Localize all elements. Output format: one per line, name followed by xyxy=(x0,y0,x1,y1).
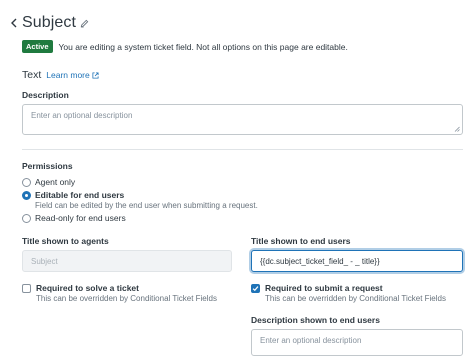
field-type-row: Text Learn more xyxy=(22,69,99,81)
required-to-solve-label: Required to solve a ticket xyxy=(36,283,139,293)
radio-button[interactable] xyxy=(22,213,31,223)
description-textarea[interactable]: Enter an optional description xyxy=(22,104,463,135)
radio-label: Agent only xyxy=(35,177,76,187)
agent-title-value: Subject xyxy=(31,256,58,266)
end-user-description-label: Description shown to end users xyxy=(251,315,380,325)
status-badge: Active xyxy=(22,40,53,53)
field-type-label: Text xyxy=(22,69,42,81)
pencil-icon[interactable] xyxy=(80,18,90,28)
radio-editable-end-users[interactable]: Editable for end users xyxy=(22,190,124,200)
agent-title-label: Title shown to agents xyxy=(22,236,109,246)
description-placeholder: Enter an optional description xyxy=(31,111,133,120)
radio-read-only-end-users[interactable]: Read-only for end users xyxy=(22,213,126,223)
end-user-description-placeholder: Enter an optional description xyxy=(260,336,362,345)
external-link-icon xyxy=(92,71,99,79)
radio-button[interactable] xyxy=(22,177,31,187)
end-user-title-input[interactable]: {{dc.subject_ticket_field_ - _ title}} xyxy=(251,250,463,272)
agent-title-input: Subject xyxy=(22,250,232,272)
checkmark-icon xyxy=(252,285,259,291)
required-to-submit-label: Required to submit a request xyxy=(265,283,383,293)
resize-handle-icon[interactable] xyxy=(454,126,460,132)
end-user-title-value: {{dc.subject_ticket_field_ - _ title}} xyxy=(260,256,380,266)
required-to-submit-checkbox[interactable] xyxy=(251,283,260,293)
description-label: Description xyxy=(22,90,69,100)
learn-more-label: Learn more xyxy=(46,70,90,80)
section-divider xyxy=(22,149,463,150)
radio-label: Editable for end users xyxy=(35,190,125,200)
permissions-label: Permissions xyxy=(22,161,73,171)
end-user-title-label: Title shown to end users xyxy=(251,236,351,246)
page-title: Subject xyxy=(22,14,77,31)
chevron-left-icon[interactable] xyxy=(9,16,18,30)
radio-label: Read-only for end users xyxy=(35,213,126,223)
required-to-submit-hint: This can be overridden by Conditional Ti… xyxy=(265,294,446,303)
radio-button-checked[interactable] xyxy=(22,190,31,200)
required-to-solve-hint: This can be overridden by Conditional Ti… xyxy=(36,294,217,303)
required-to-solve-checkbox[interactable] xyxy=(22,283,31,293)
end-user-description-textarea[interactable]: Enter an optional description xyxy=(251,329,463,356)
radio-agent-only[interactable]: Agent only xyxy=(22,177,75,187)
required-to-solve-checkbox-row[interactable]: Required to solve a ticket xyxy=(22,283,139,293)
required-to-submit-checkbox-row[interactable]: Required to submit a request xyxy=(251,283,383,293)
permission-hint: Field can be edited by the end user when… xyxy=(35,201,258,210)
system-field-notice: Active You are editing a system ticket f… xyxy=(22,40,348,53)
page-header: Subject xyxy=(9,14,90,32)
notice-text: You are editing a system ticket field. N… xyxy=(58,41,348,52)
learn-more-link[interactable]: Learn more xyxy=(46,70,99,80)
